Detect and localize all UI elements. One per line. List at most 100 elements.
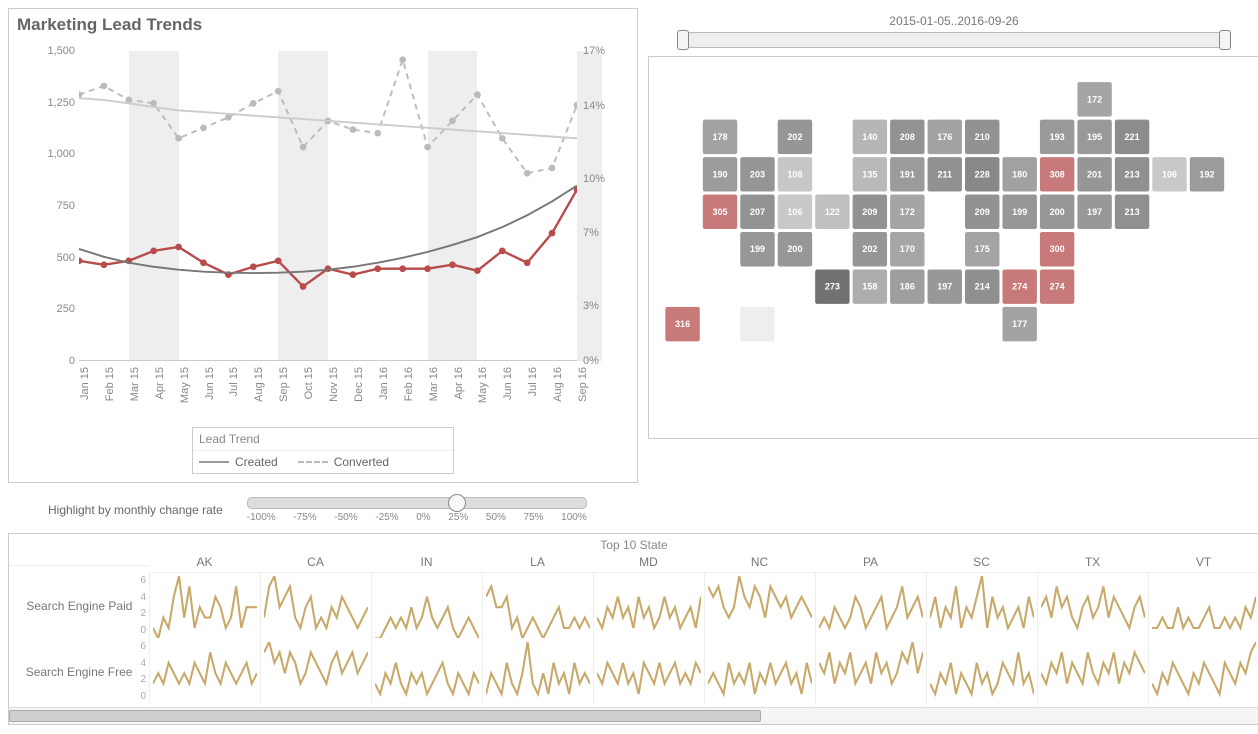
state-NV[interactable]: 207 [740,194,775,229]
state-OK[interactable]: 158 [852,269,887,304]
state-CA[interactable]: 305 [703,194,738,229]
state-AK[interactable]: 316 [665,307,700,342]
state-SD[interactable]: 135 [852,157,887,192]
state-IL[interactable]: 211 [927,157,962,192]
state-NE[interactable]: 209 [852,194,887,229]
state-FL[interactable]: 177 [1002,307,1037,342]
sparkline-cell[interactable] [926,573,1037,639]
spark-col-NC[interactable]: NC [704,552,815,573]
state-MS[interactable]: 197 [927,269,962,304]
sparkline-cell[interactable] [371,639,482,705]
state-HI[interactable] [740,307,775,342]
spark-col-MD[interactable]: MD [593,552,704,573]
state-KY[interactable]: 209 [965,194,1000,229]
line-solid-icon [199,461,229,463]
legend-created[interactable]: Created [199,455,278,469]
svg-text:175: 175 [975,244,990,254]
state-OH[interactable]: 180 [1002,157,1037,192]
state-CT[interactable]: 106 [1152,157,1187,192]
spark-col-TX[interactable]: TX [1037,552,1148,573]
spark-col-SC[interactable]: SC [926,552,1037,573]
sparkline-scrollbar[interactable] [9,707,1258,724]
trend-chart[interactable]: 02505007501,0001,2501,500 0%3%7%10%14%17… [39,41,617,421]
sparkline-cell[interactable] [815,639,926,705]
spark-col-IN[interactable]: IN [371,552,482,573]
sparkline-cell[interactable] [1148,639,1258,705]
date-range-slider[interactable] [678,32,1230,48]
sparkline-cell[interactable] [926,639,1037,705]
state-CO[interactable]: 122 [815,194,850,229]
state-LA[interactable]: 186 [890,269,925,304]
sparkline-cell[interactable] [593,573,704,639]
scrollbar-thumb[interactable] [9,710,761,722]
state-AL[interactable]: 214 [965,269,1000,304]
state-GA[interactable]: 274 [1002,269,1037,304]
state-AZ[interactable]: 199 [740,232,775,267]
legend-converted[interactable]: Converted [298,455,389,469]
sparkline-cell[interactable] [260,639,371,705]
sparkline-cell[interactable] [149,573,260,639]
spark-col-CA[interactable]: CA [260,552,371,573]
svg-text:108: 108 [787,169,802,179]
state-RI[interactable]: 192 [1189,157,1224,192]
us-map[interactable]: 3161721782021402081762101931952211902031… [659,65,1239,425]
spark-col-PA[interactable]: PA [815,552,926,573]
svg-text:197: 197 [937,282,952,292]
svg-text:106: 106 [1162,169,1177,179]
sparkline-cell[interactable] [1037,639,1148,705]
sparkline-cell[interactable] [1148,573,1258,639]
state-IA[interactable]: 191 [890,157,925,192]
state-IN[interactable]: 228 [965,157,1000,192]
state-PA[interactable]: 308 [1040,157,1075,192]
state-KS[interactable]: 202 [852,232,887,267]
state-NH[interactable]: 221 [1115,119,1150,154]
state-MO[interactable]: 172 [890,194,925,229]
state-TN[interactable]: 175 [965,232,1000,267]
date-range-handle-start[interactable] [677,30,689,50]
state-NJ[interactable]: 201 [1077,157,1112,192]
state-WV[interactable]: 199 [1002,194,1037,229]
state-NY[interactable]: 193 [1040,119,1075,154]
state-VA[interactable]: 200 [1040,194,1075,229]
state-VT[interactable]: 195 [1077,119,1112,154]
state-MT[interactable]: 202 [777,119,812,154]
state-ND[interactable]: 140 [852,119,887,154]
sparkline-cell[interactable] [482,573,593,639]
sparkline-cell[interactable] [260,573,371,639]
sparkline-cell[interactable] [593,639,704,705]
spark-col-AK[interactable]: AK [149,552,260,573]
state-MD[interactable]: 197 [1077,194,1112,229]
svg-text:199: 199 [1012,207,1027,217]
svg-text:158: 158 [862,282,877,292]
map-panel: 2015-01-05..2016-09-26 31617217820214020… [648,8,1258,483]
sparkline-cell[interactable] [371,573,482,639]
sparkline-cell[interactable] [1037,573,1148,639]
spark-col-LA[interactable]: LA [482,552,593,573]
state-MN[interactable]: 208 [890,119,925,154]
state-OR[interactable]: 203 [740,157,775,192]
state-ME[interactable]: 172 [1077,82,1112,117]
svg-text:193: 193 [1050,132,1065,142]
state-SC[interactable]: 274 [1040,269,1075,304]
state-MI[interactable]: 210 [965,119,1000,154]
highlight-slider[interactable] [247,497,587,509]
state-NM[interactable]: 200 [777,232,812,267]
sparkline-cell[interactable] [149,639,260,705]
state-DE[interactable]: 213 [1115,194,1150,229]
sparkline-cell[interactable] [704,639,815,705]
state-WA[interactable]: 178 [703,119,738,154]
state-WY[interactable]: 108 [777,157,812,192]
sparkline-cell[interactable] [815,573,926,639]
date-range-handle-end[interactable] [1219,30,1231,50]
state-ID[interactable]: 190 [703,157,738,192]
state-MA[interactable]: 213 [1115,157,1150,192]
state-WI[interactable]: 176 [927,119,962,154]
sparkline-cell[interactable] [704,573,815,639]
highlight-slider-knob[interactable] [448,494,466,512]
state-TX[interactable]: 273 [815,269,850,304]
state-AR[interactable]: 170 [890,232,925,267]
spark-col-VT[interactable]: VT [1148,552,1258,573]
sparkline-cell[interactable] [482,639,593,705]
state-NC[interactable]: 300 [1040,232,1075,267]
state-UT[interactable]: 106 [777,194,812,229]
